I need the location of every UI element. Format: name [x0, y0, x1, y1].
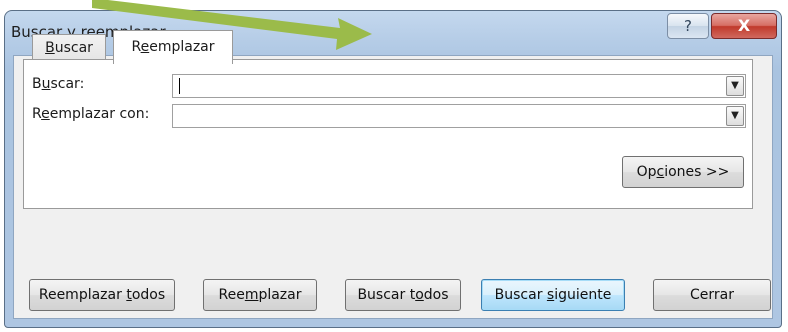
find-all-button[interactable]: Buscar todos: [345, 279, 461, 311]
replace-all-button[interactable]: Reemplazar todos: [29, 279, 175, 311]
tab-buscar-label: uscar: [54, 40, 93, 56]
close-button[interactable]: Cerrar: [653, 279, 771, 311]
replace-combobox[interactable]: ▼: [172, 104, 746, 128]
find-dropdown-arrow-icon[interactable]: ▼: [726, 76, 744, 96]
replace-dropdown-arrow-icon[interactable]: ▼: [726, 106, 744, 126]
replace-with-label: Reemplazar con:: [32, 106, 150, 122]
find-combobox[interactable]: ▼: [172, 74, 746, 98]
find-label: Buscar:: [32, 76, 85, 92]
close-window-button[interactable]: X: [711, 13, 777, 39]
tab-buscar[interactable]: Buscar: [32, 34, 106, 62]
replace-button[interactable]: Reemplazar: [203, 279, 317, 311]
tab-buscar-mnemonic: B: [45, 40, 55, 56]
options-button[interactable]: Opciones >>: [622, 156, 744, 188]
text-cursor: [179, 78, 180, 94]
help-button[interactable]: ?: [667, 13, 709, 39]
find-replace-dialog: Buscar y reemplazar ? X Buscar Reemplaza…: [4, 10, 782, 328]
tab-reemplazar-label: R: [131, 39, 141, 55]
find-next-button[interactable]: Buscar siguiente: [481, 279, 625, 311]
tab-reemplazar[interactable]: Reemplazar: [113, 30, 233, 64]
replace-tab-panel: Buscar: ▼ Reemplazar con: ▼ Opciones >>: [23, 59, 753, 209]
